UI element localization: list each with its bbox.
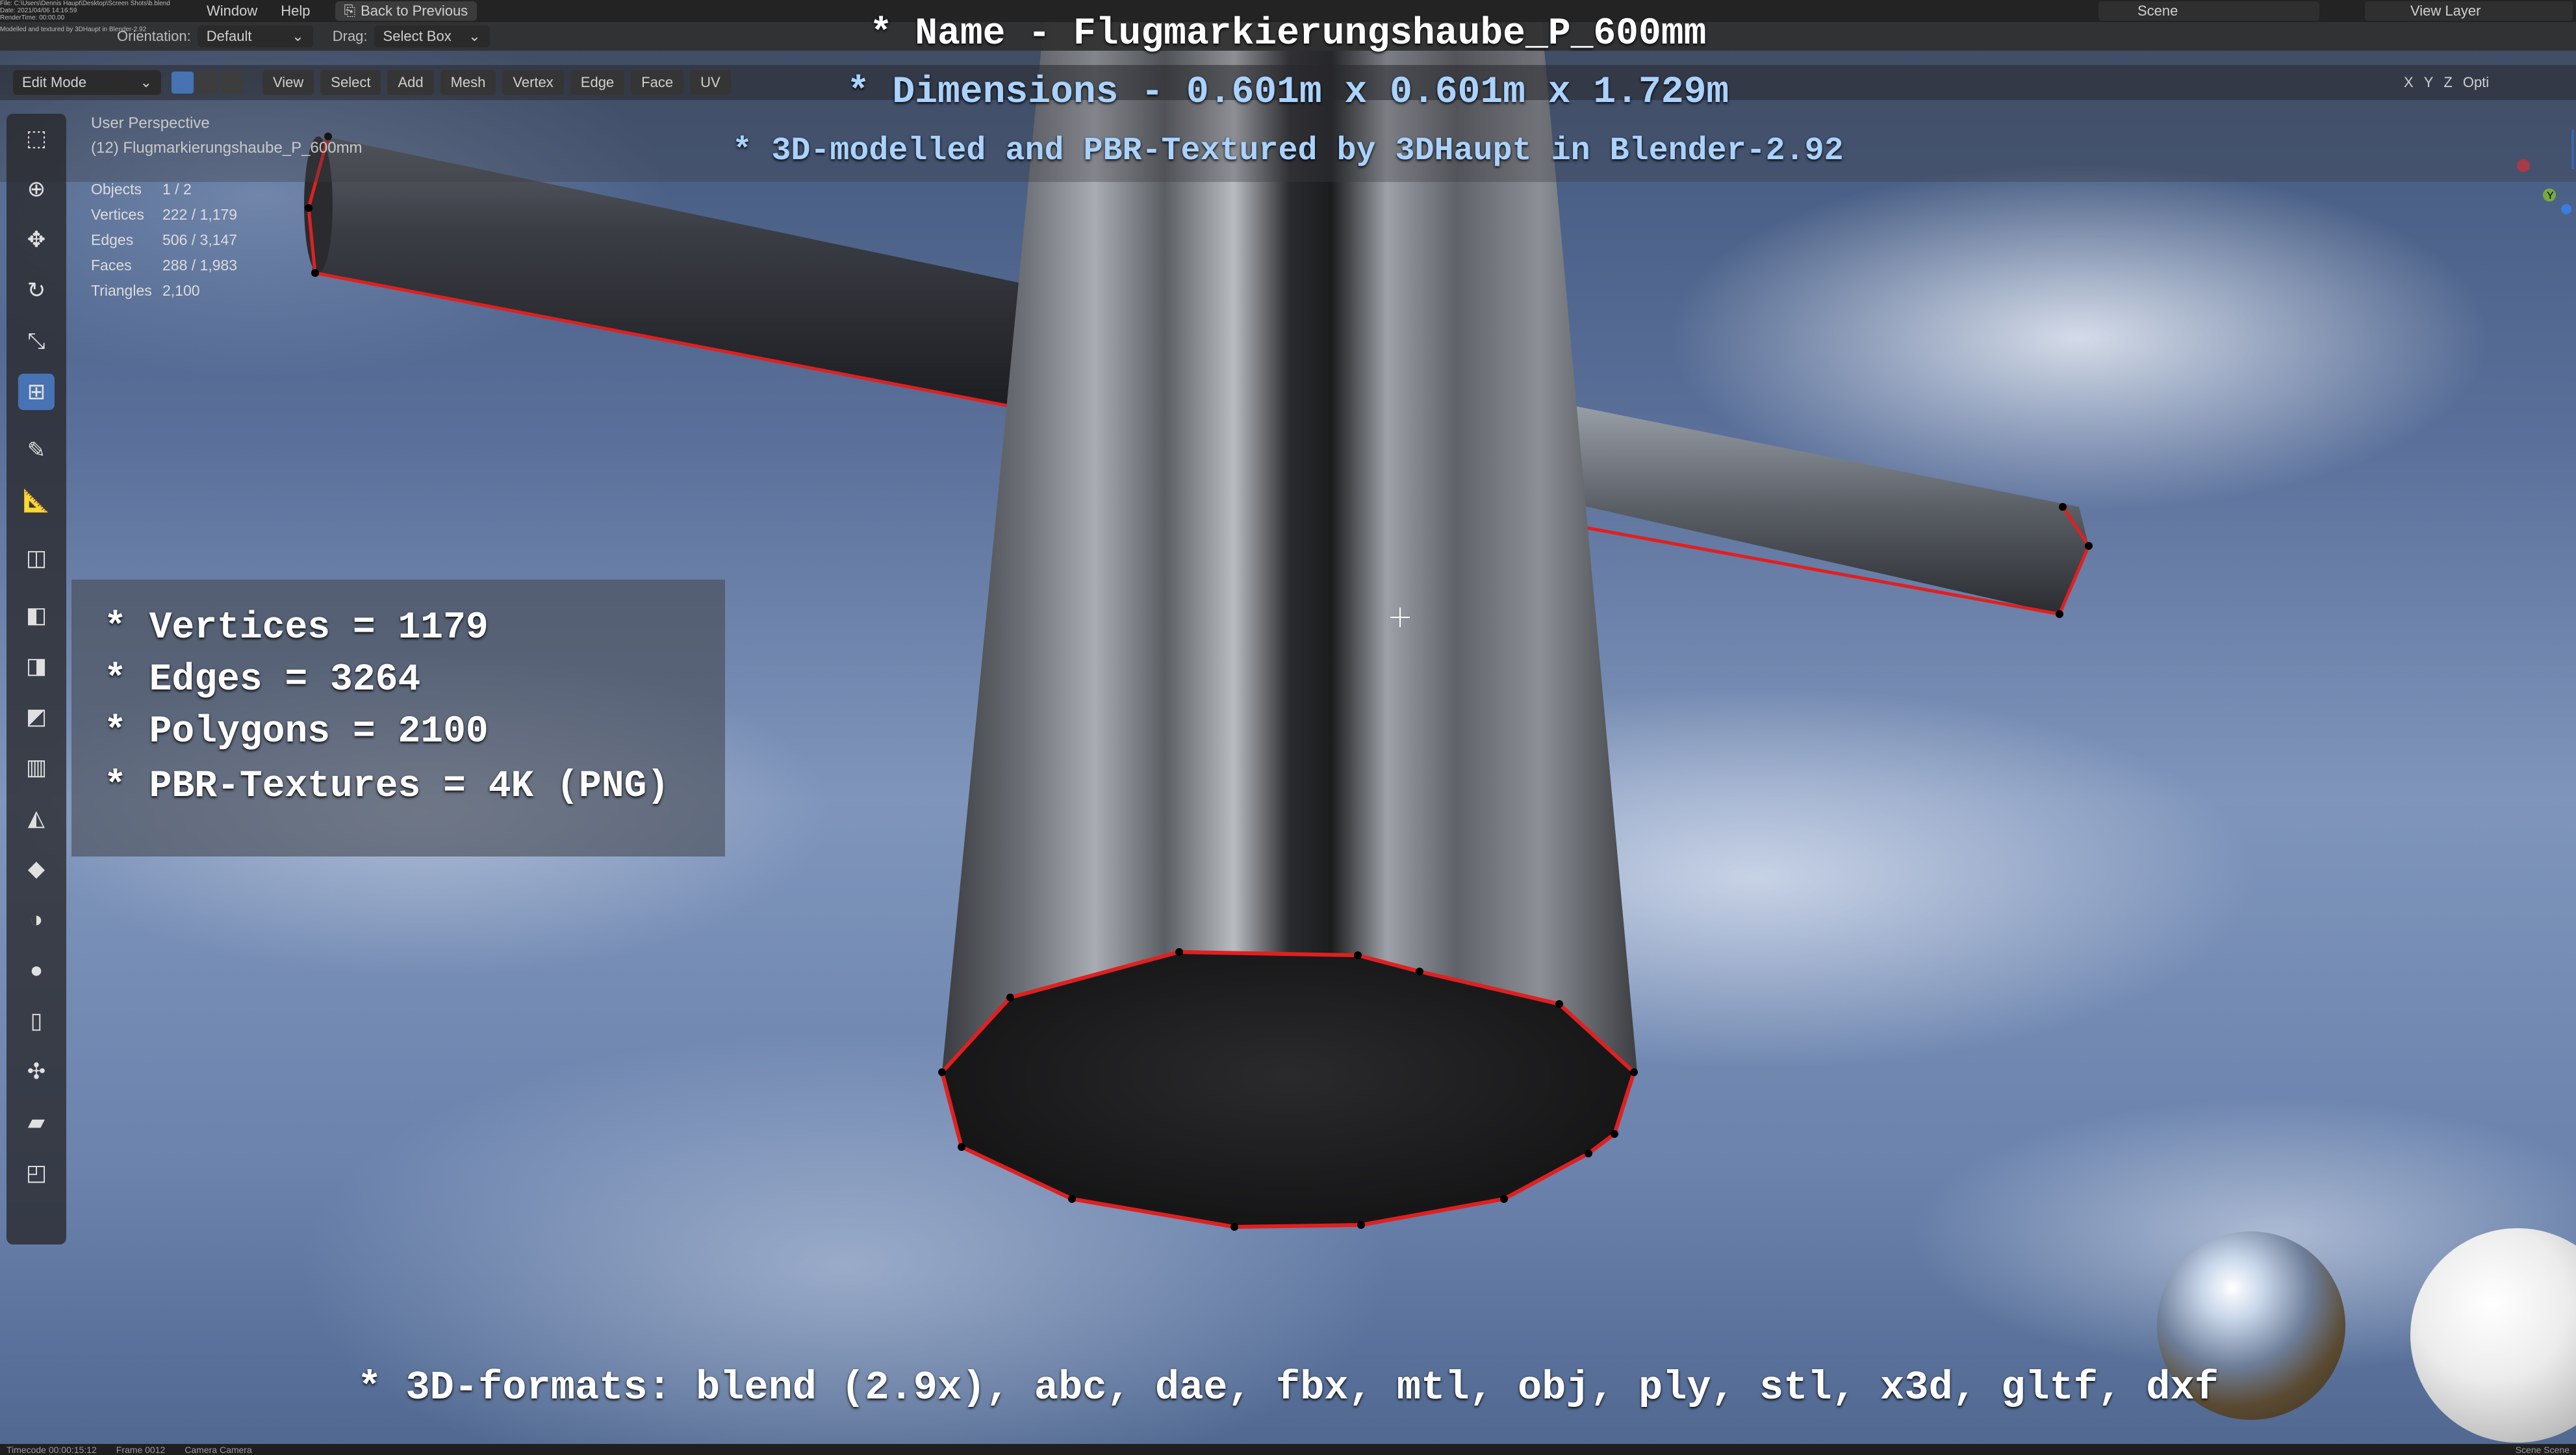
info-vertices: * Vertices = 1179 (104, 607, 489, 649)
inset-icon[interactable]: ◨ (18, 648, 55, 684)
stat-value: 506 / 3,147 (162, 231, 238, 248)
poly-build-icon[interactable]: ◆ (18, 851, 55, 887)
info-file: File: C:\Users\Dennis Haupt\Desktop\Scre… (0, 0, 170, 7)
right-arm (1559, 403, 2089, 614)
title-name: * Name - Flugmarkierungshaube_P_600mm (869, 13, 1707, 55)
title-dimensions: * Dimensions - 0.601m x 0.601m x 1.729m (847, 71, 1729, 114)
title-credit: * 3D-modelled and PBR-Textured by 3DHaup… (732, 133, 1844, 170)
rotate-icon[interactable]: ↻ (18, 272, 55, 309)
shear-icon[interactable]: ▰ (18, 1104, 55, 1140)
viewport-perspective-label: User Perspective (91, 114, 210, 132)
transform-icon[interactable]: ⊞ (18, 374, 55, 410)
stat-label: Objects (91, 181, 142, 198)
rip-icon[interactable]: ◰ (18, 1155, 55, 1191)
stat-label: Triangles (91, 282, 152, 299)
formats-caption: * 3D-formats: blend (2.9x), abc, dae, fb… (357, 1365, 2219, 1411)
bevel-icon[interactable]: ◩ (18, 699, 55, 735)
stat-label: Vertices (91, 206, 144, 223)
stat-value: 222 / 1,179 (162, 206, 238, 223)
status-scene: Scene Scene (2515, 1444, 2570, 1455)
3d-cursor-icon[interactable] (1390, 608, 1410, 627)
scale-icon[interactable]: ⤡ (18, 323, 55, 359)
status-timecode: Timecode 00:00:15:12 (6, 1444, 97, 1455)
stat-row: Edges 506 / 3,147 (91, 231, 237, 257)
stat-label: Edges (91, 231, 134, 248)
stat-row: Objects 1 / 2 (91, 181, 237, 206)
info-polygons: * Polygons = 2100 (104, 711, 489, 753)
stat-row: Vertices 222 / 1,179 (91, 206, 237, 231)
statistics-overlay: Objects 1 / 2 Vertices 222 / 1,179 Edges 50… (91, 181, 237, 307)
shrink-icon[interactable]: ✣ (18, 1053, 55, 1090)
stat-value: 1 / 2 (162, 181, 192, 198)
info-textures: * PBR-Textures = 4K (PNG) (104, 766, 670, 808)
add-cube-icon[interactable]: ◫ (18, 540, 55, 576)
annotate-icon[interactable]: ✎ (18, 432, 55, 469)
status-bar: Timecode 00:00:15:12 Frame 0012 Camera C… (0, 1444, 2576, 1455)
info-edges: * Edges = 3264 (104, 659, 421, 701)
stat-value: 288 / 1,983 (162, 257, 238, 274)
status-camera: Camera Camera (185, 1444, 252, 1455)
status-frame: Frame 0012 (116, 1444, 166, 1455)
stat-row: Faces 288 / 1,983 (91, 257, 237, 282)
smooth-icon[interactable]: ● (18, 952, 55, 988)
edge-slide-icon[interactable]: ▯ (18, 1003, 55, 1039)
gizmo-y-label: Y (2547, 190, 2554, 201)
spin-icon[interactable]: ◑ (18, 901, 55, 938)
stat-row: Triangles 2,100 (91, 282, 237, 307)
tool-column: ⬚ ⊕ ✥ ↻ ⤡ ⊞ ✎ 📐 ◫ ◧ ◨ ◩ ▥ ◭ ◆ ◑ ● ▯ ✣ ▰ … (6, 114, 66, 1244)
stat-value: 2,100 (162, 282, 200, 299)
measure-icon[interactable]: 📐 (18, 483, 55, 519)
extrude-icon[interactable]: ◧ (18, 597, 55, 634)
cursor-icon[interactable]: ⊕ (18, 171, 55, 207)
mesh-info-box: * Vertices = 1179 * Edges = 3264 * Polyg… (71, 580, 725, 856)
loop-cut-icon[interactable]: ▥ (18, 749, 55, 786)
stat-label: Faces (91, 257, 132, 274)
move-icon[interactable]: ✥ (18, 222, 55, 258)
knife-icon[interactable]: ◭ (18, 800, 55, 836)
